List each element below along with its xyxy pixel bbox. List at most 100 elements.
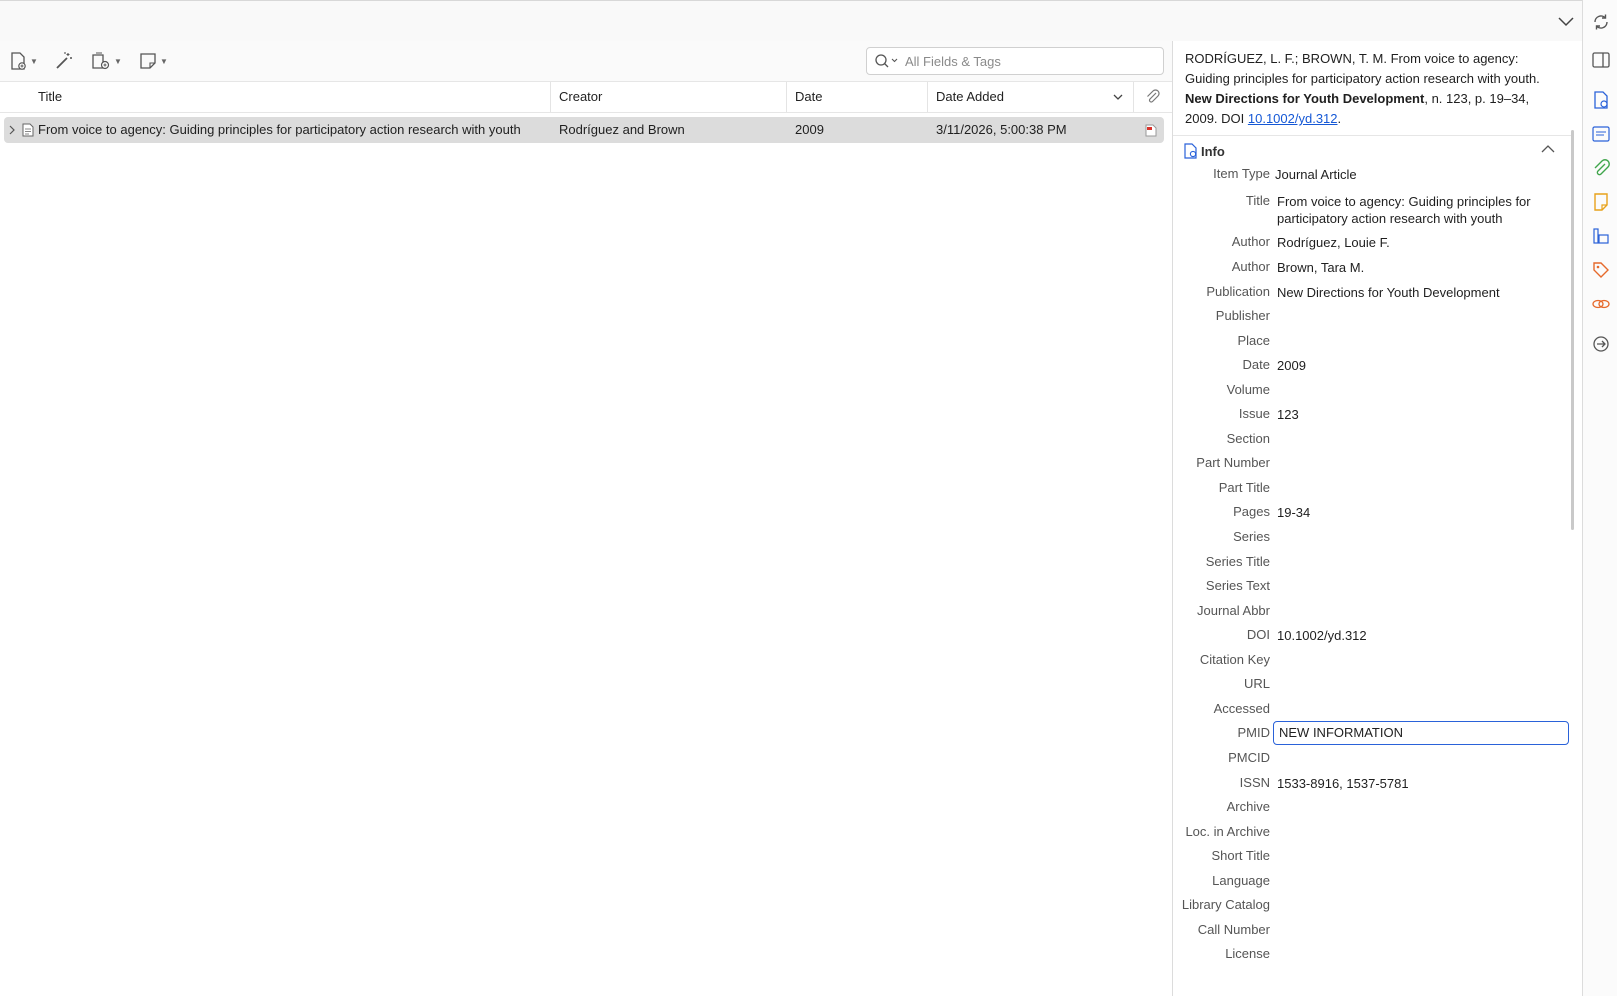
- field-label: Series: [1233, 529, 1270, 544]
- add-by-identifier-button[interactable]: [54, 49, 74, 73]
- field-label: URL: [1243, 676, 1270, 691]
- pdf-icon[interactable]: [1145, 124, 1157, 137]
- field-label: PMCID: [1228, 750, 1270, 765]
- sync-icon[interactable]: [1591, 12, 1611, 32]
- magic-wand-icon: [56, 52, 72, 69]
- doi-link[interactable]: 10.1002/yd.312: [1248, 111, 1338, 126]
- field-label: Author: [1231, 259, 1270, 274]
- new-item-icon: [11, 52, 26, 70]
- chevron-down-icon: ▼: [114, 56, 122, 66]
- field-label: Call Number: [1197, 922, 1270, 937]
- field-label: Library Catalog: [1181, 897, 1270, 912]
- field-value-issn[interactable]: 1533-8916, 1537-5781: [1277, 775, 1567, 792]
- chevron-down-icon: ▼: [160, 56, 168, 66]
- toggle-pane-icon[interactable]: [1591, 50, 1611, 70]
- new-attachment-button[interactable]: ▼: [90, 49, 122, 73]
- field-label: Series Title: [1205, 554, 1270, 569]
- new-note-button[interactable]: ▼: [138, 49, 168, 73]
- attachment-add-icon: [92, 52, 110, 70]
- chevron-up-icon[interactable]: [1541, 145, 1555, 154]
- field-label: PMID: [1237, 725, 1271, 740]
- field-label: Publication: [1206, 284, 1270, 299]
- notes-section-icon[interactable]: [1591, 192, 1611, 212]
- search-input[interactable]: All Fields & Tags: [866, 47, 1164, 75]
- field-label: DOI: [1246, 627, 1270, 642]
- libraries-collections-icon[interactable]: [1591, 226, 1611, 246]
- column-attachments[interactable]: [1134, 82, 1172, 112]
- field-label: Publisher: [1215, 308, 1270, 323]
- field-value-author-1[interactable]: Rodríguez, Louie F.: [1277, 234, 1567, 251]
- row-title: From voice to agency: Guiding principles…: [38, 122, 521, 137]
- field-label: Section: [1226, 431, 1270, 446]
- field-label: Accessed: [1213, 701, 1270, 716]
- note-icon: [140, 53, 156, 69]
- field-label: Title: [1245, 193, 1270, 208]
- field-value-publication[interactable]: New Directions for Youth Development: [1277, 284, 1567, 301]
- field-label: Issue: [1238, 406, 1270, 421]
- row-creator: Rodríguez and Brown: [559, 122, 685, 137]
- search-icon: [875, 54, 898, 68]
- new-item-button[interactable]: ▼: [8, 49, 38, 73]
- related-section-icon[interactable]: [1591, 294, 1611, 314]
- field-value-title[interactable]: From voice to agency: Guiding principles…: [1277, 193, 1567, 227]
- field-label: Citation Key: [1199, 652, 1270, 667]
- items-pane: ▼ ▼ ▼ All Fields & Tags Title Creator Da…: [0, 41, 1173, 996]
- field-label: Archive: [1226, 799, 1270, 814]
- column-title[interactable]: Title: [0, 82, 551, 112]
- field-label: Author: [1231, 234, 1270, 249]
- field-label: License: [1225, 946, 1270, 961]
- field-value-date[interactable]: 2009: [1277, 357, 1567, 374]
- column-date-added[interactable]: Date Added: [928, 82, 1134, 112]
- field-value-pages[interactable]: 19-34: [1277, 504, 1567, 521]
- item-pane: RODRÍGUEZ, L. F.; BROWN, T. M. From voic…: [1173, 41, 1582, 996]
- abstract-section-icon[interactable]: [1591, 124, 1611, 144]
- citation-preview: RODRÍGUEZ, L. F.; BROWN, T. M. From voic…: [1185, 49, 1565, 129]
- field-label: Part Title: [1218, 480, 1270, 495]
- info-icon: [1184, 143, 1197, 159]
- field-label: Part Number: [1196, 455, 1270, 470]
- locate-icon[interactable]: [1591, 334, 1611, 354]
- info-section-header[interactable]: Info: [1173, 135, 1573, 162]
- column-date-added-label: Date Added: [936, 89, 1004, 104]
- search-placeholder: All Fields & Tags: [905, 54, 1001, 69]
- field-label: Series Text: [1205, 578, 1270, 593]
- attachments-section-icon[interactable]: [1591, 158, 1611, 178]
- item-pane-scrollbar[interactable]: [1571, 130, 1574, 530]
- field-label: Date: [1242, 357, 1270, 372]
- sort-desc-icon: [1113, 94, 1123, 100]
- field-value-issue[interactable]: 123: [1277, 406, 1567, 423]
- items-toolbar: ▼ ▼ ▼ All Fields & Tags: [0, 41, 1172, 82]
- field-value-author-2[interactable]: Brown, Tara M.: [1277, 259, 1567, 276]
- row-date-added: 3/11/2026, 5:00:38 PM: [936, 122, 1067, 137]
- field-label: Short Title: [1211, 848, 1270, 863]
- table-row[interactable]: From voice to agency: Guiding principles…: [4, 117, 1164, 143]
- info-section-title: Info: [1201, 144, 1225, 159]
- citation-end: .: [1337, 111, 1342, 126]
- citation-authors: RODRÍGUEZ, L. F.; BROWN, T. M. From voic…: [1185, 51, 1540, 86]
- column-creator[interactable]: Creator: [551, 82, 787, 112]
- citation-journal: New Directions for Youth Development: [1185, 91, 1425, 106]
- column-header-row: Title Creator Date Date Added: [0, 82, 1172, 113]
- chevron-down-icon[interactable]: [1556, 13, 1576, 29]
- field-label: Loc. in Archive: [1185, 824, 1270, 839]
- field-label: Volume: [1226, 382, 1270, 397]
- title-bar: [0, 0, 1582, 42]
- field-value-doi[interactable]: 10.1002/yd.312: [1277, 627, 1567, 644]
- info-section-icon[interactable]: [1591, 90, 1611, 110]
- field-value-item-type[interactable]: Journal Article: [1275, 166, 1565, 183]
- field-label: Journal Abbr: [1197, 603, 1270, 618]
- field-label: Place: [1237, 333, 1270, 348]
- column-date[interactable]: Date: [787, 82, 928, 112]
- field-label: Pages: [1233, 504, 1270, 519]
- item-pane-sidenav: [1582, 0, 1617, 996]
- journal-article-icon: [22, 123, 34, 137]
- row-date: 2009: [795, 122, 824, 137]
- paperclip-icon: [1147, 89, 1160, 103]
- chevron-right-icon[interactable]: [8, 125, 16, 135]
- tags-section-icon[interactable]: [1591, 260, 1611, 280]
- pmid-field[interactable]: NEW INFORMATION: [1273, 721, 1569, 745]
- field-label: Language: [1212, 873, 1270, 888]
- field-label: ISSN: [1239, 775, 1270, 790]
- field-label: Item Type: [1213, 166, 1270, 181]
- chevron-down-icon: ▼: [30, 56, 38, 66]
